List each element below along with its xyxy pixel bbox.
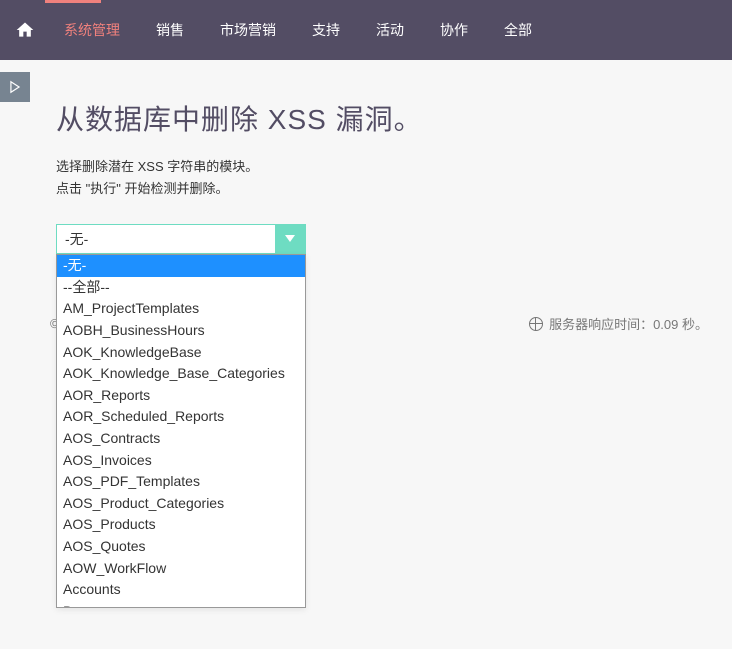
nav-item[interactable]: 系统管理 (46, 20, 138, 40)
nav-item[interactable]: 协作 (422, 20, 486, 40)
nav-item[interactable]: 全部 (486, 20, 550, 40)
home-icon[interactable] (14, 20, 36, 40)
desc-line1: 选择删除潜在 XSS 字符串的模块。 (56, 156, 676, 178)
play-icon (8, 80, 22, 94)
select-field[interactable]: -无- (56, 224, 306, 254)
dropdown-option[interactable]: -无- (57, 255, 305, 277)
dropdown-option[interactable]: AOW_WorkFlow (57, 558, 305, 580)
dropdown-option[interactable]: AOS_Products (57, 514, 305, 536)
module-select[interactable]: -无- -无---全部--AM_ProjectTemplatesAOBH_Bus… (56, 224, 306, 254)
dropdown-option[interactable]: AOS_Quotes (57, 536, 305, 558)
desc-line2: 点击 "执行" 开始检测并删除。 (56, 178, 676, 200)
response-time: 服务器响应时间：0.09 秒。 (549, 314, 708, 333)
dropdown-option[interactable]: AOR_Scheduled_Reports (57, 406, 305, 428)
main-content: 从数据库中删除 XSS 漏洞。 选择删除潜在 XSS 字符串的模块。 点击 "执… (0, 98, 732, 284)
nav-item[interactable]: 支持 (294, 20, 358, 40)
page-title: 从数据库中删除 XSS 漏洞。 (56, 98, 676, 138)
nav-accent (45, 0, 101, 3)
dropdown-list: -无---全部--AM_ProjectTemplatesAOBH_Busines… (56, 254, 306, 608)
nav-item[interactable]: 销售 (138, 20, 202, 40)
dropdown-inner[interactable]: -无---全部--AM_ProjectTemplatesAOBH_Busines… (57, 255, 305, 607)
footer-right: 服务器响应时间：0.09 秒。 (529, 314, 708, 333)
dropdown-option[interactable]: AOS_Product_Categories (57, 493, 305, 515)
dropdown-option[interactable]: --全部-- (57, 277, 305, 299)
run-button[interactable] (0, 72, 30, 102)
dropdown-option[interactable]: AOS_PDF_Templates (57, 471, 305, 493)
dropdown-option[interactable]: AOS_Contracts (57, 428, 305, 450)
nav-items: 系统管理销售市场营销支持活动协作全部 (46, 20, 550, 40)
select-value: -无- (57, 229, 275, 249)
dropdown-option[interactable]: AOR_Reports (57, 385, 305, 407)
page-description: 选择删除潜在 XSS 字符串的模块。 点击 "执行" 开始检测并删除。 (56, 156, 676, 200)
dropdown-option[interactable]: AOS_Invoices (57, 450, 305, 472)
dropdown-option[interactable]: Accounts (57, 579, 305, 601)
dropdown-option[interactable]: AM_ProjectTemplates (57, 298, 305, 320)
nav-item[interactable]: 活动 (358, 20, 422, 40)
top-nav: 系统管理销售市场营销支持活动协作全部 (0, 0, 732, 60)
dropdown-option[interactable]: AOK_Knowledge_Base_Categories (57, 363, 305, 385)
dropdown-option[interactable]: Bugs (57, 601, 305, 608)
globe-icon (529, 317, 543, 331)
dropdown-option[interactable]: AOK_KnowledgeBase (57, 342, 305, 364)
dropdown-option[interactable]: AOBH_BusinessHours (57, 320, 305, 342)
dropdown-arrow-icon[interactable] (275, 224, 305, 254)
nav-item[interactable]: 市场营销 (202, 20, 294, 40)
